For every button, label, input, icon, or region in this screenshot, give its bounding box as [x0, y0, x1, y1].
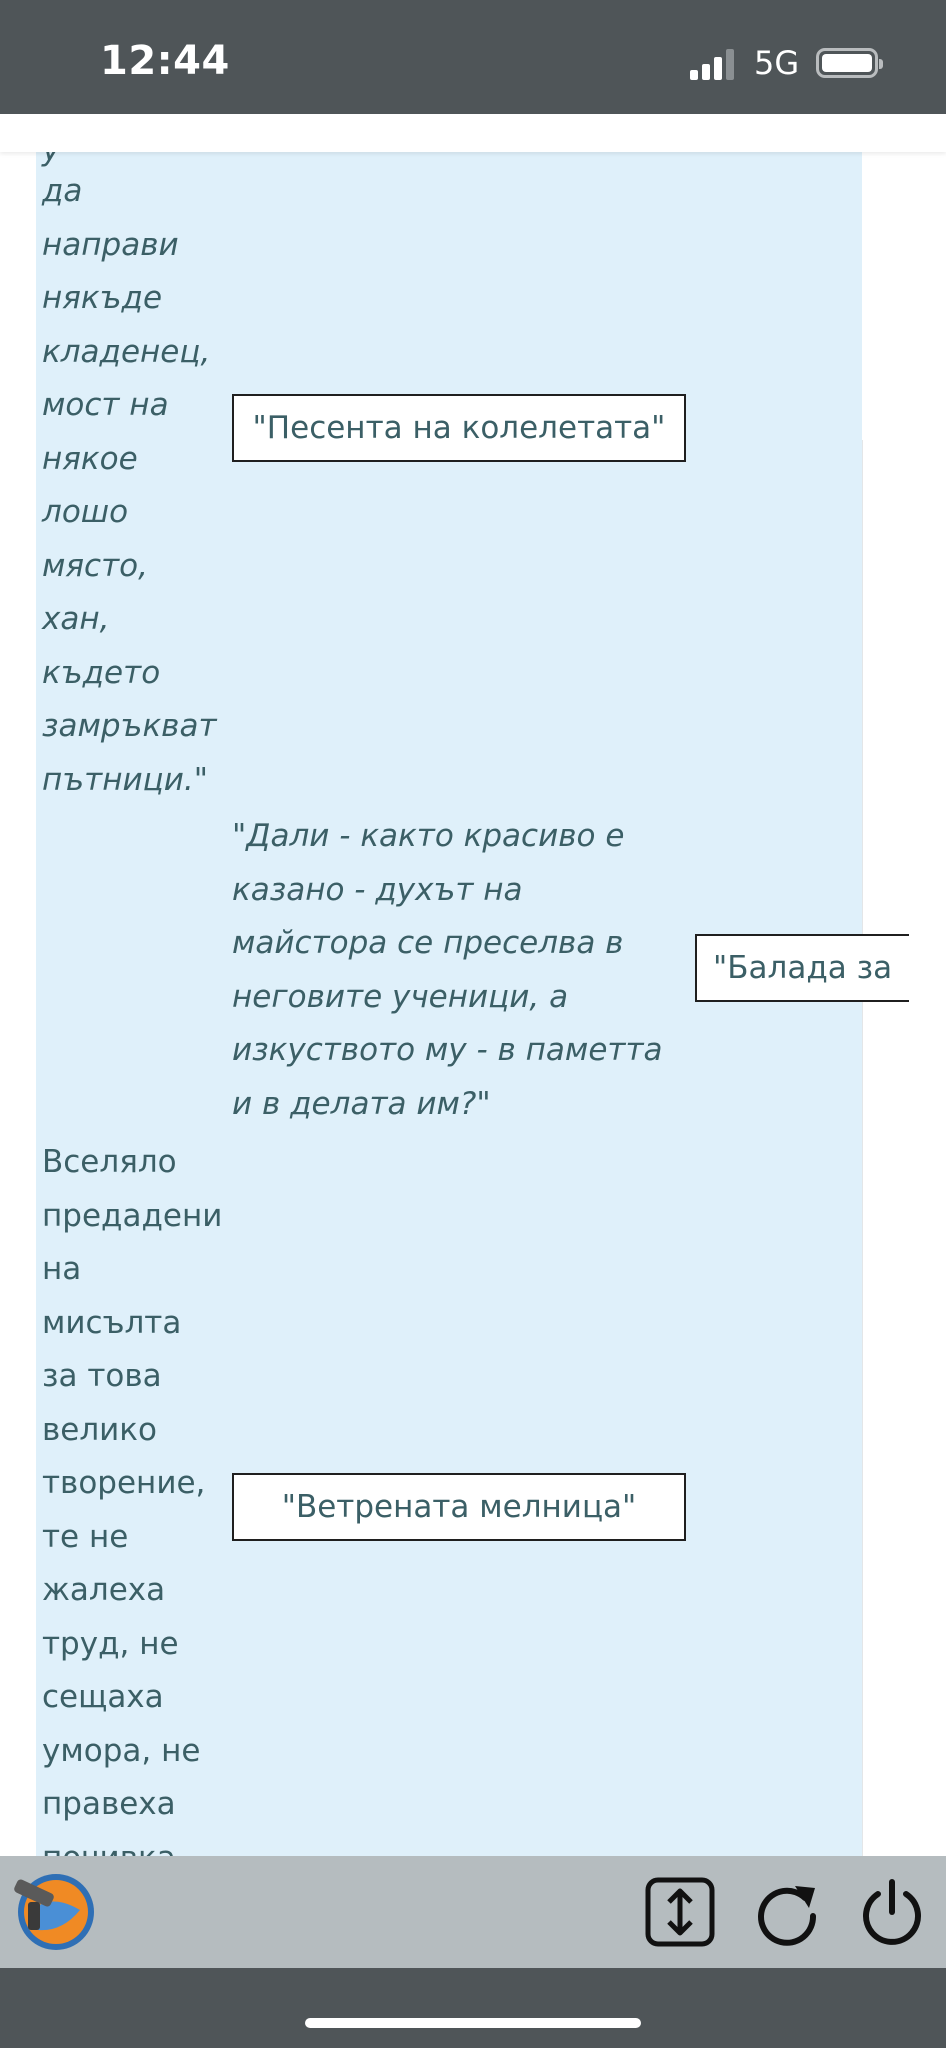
refresh-icon — [758, 1886, 817, 1946]
bottom-toolbar — [0, 1856, 946, 1968]
title-box-windmill[interactable]: "Ветрената мелница" — [232, 1473, 686, 1541]
title-box-ballad[interactable]: "Балада за — [695, 934, 909, 1002]
browser-top-strip — [0, 114, 946, 152]
left-quote-text: да направи някъде кладенец, мост на няко… — [42, 173, 217, 798]
status-bar: 12:44 5G — [0, 0, 946, 114]
home-indicator[interactable] — [305, 2018, 641, 2028]
status-time: 12:44 — [100, 38, 230, 84]
middle-quote-text: "Дали - както красиво е казано - духът н… — [232, 818, 663, 1122]
power-icon — [863, 1879, 921, 1945]
network-type-label: 5G — [754, 44, 800, 82]
app-logo-icon[interactable] — [10, 1872, 96, 1952]
up-down-arrows-icon — [645, 1877, 715, 1947]
scroll-toggle-button[interactable] — [644, 1876, 716, 1948]
page-edge-divider — [862, 440, 863, 1860]
power-button[interactable] — [856, 1876, 928, 1948]
page-content[interactable]: у да направи някъде кладенец, мост на ня… — [0, 0, 946, 2048]
left-body-text: Вселяло предадени на мисълта за това вел… — [42, 1144, 223, 1876]
cellular-signal-icon — [690, 48, 740, 80]
reload-button[interactable] — [751, 1876, 823, 1948]
home-indicator-area — [0, 1968, 946, 2048]
battery-icon — [816, 48, 883, 78]
title-box-song-of-wheels[interactable]: "Песента на колелетата" — [232, 394, 686, 462]
phone-screen: 12:44 5G у да направи някъде кладенец, м… — [0, 0, 946, 2048]
